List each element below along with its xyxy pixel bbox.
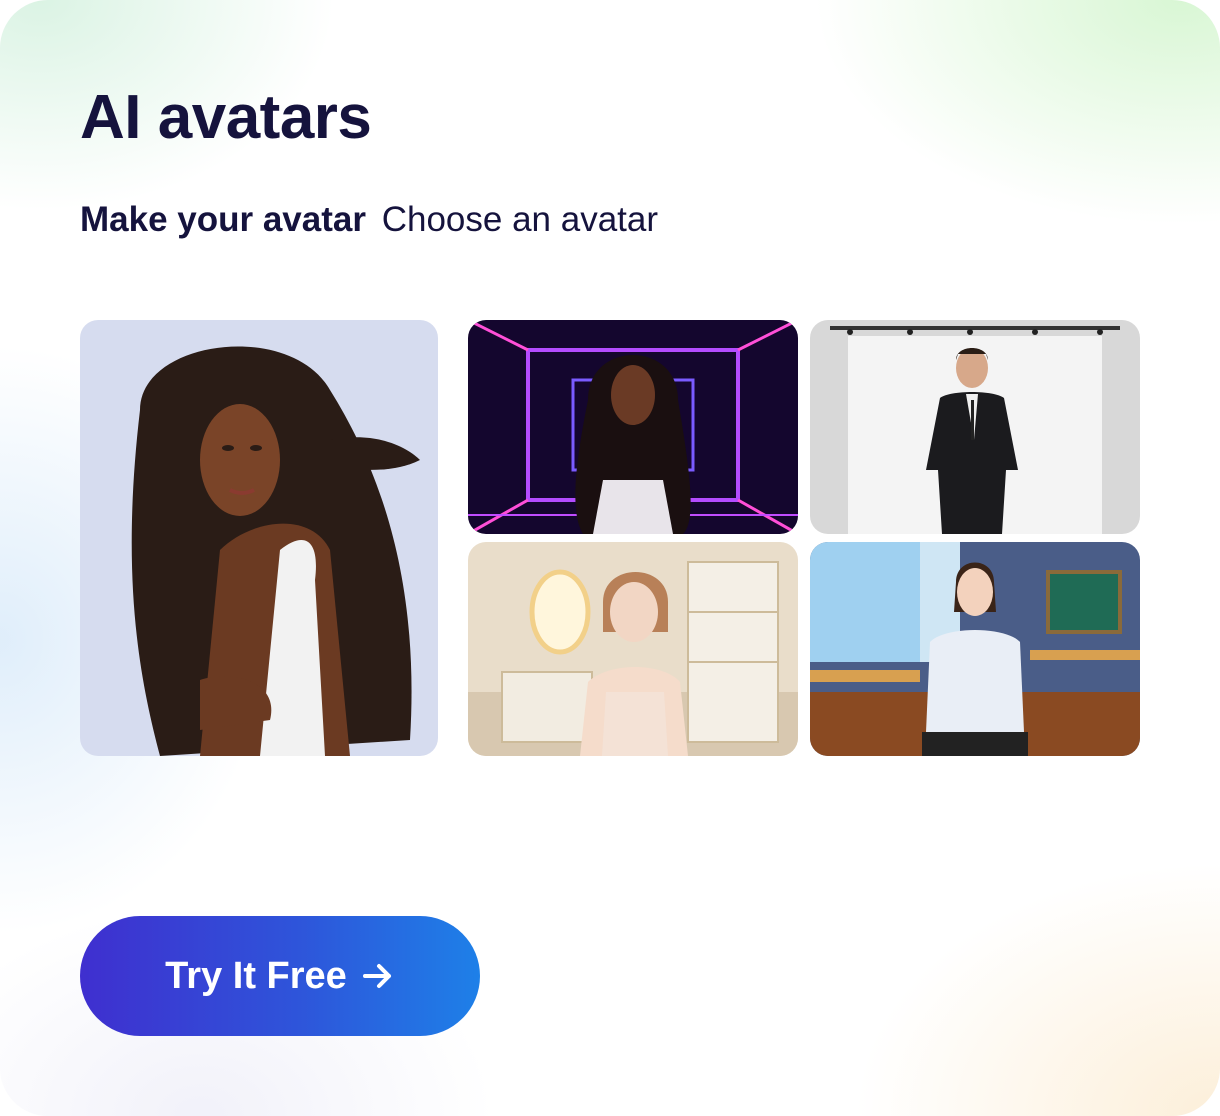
avatar-man-black-suit-image [810, 320, 1140, 534]
avatar-woman-classroom-image [810, 542, 1140, 756]
try-it-free-label: Try It Free [165, 954, 347, 997]
avatar-mode-options: Make your avatar Choose an avatar [80, 200, 658, 240]
page-title: AI avatars [80, 83, 372, 152]
choose-an-avatar-tab[interactable]: Choose an avatar [382, 200, 658, 239]
try-it-free-button[interactable]: Try It Free [80, 916, 480, 1036]
avatar-woman-neon-tunnel-image [468, 320, 798, 534]
make-your-avatar-tab[interactable]: Make your avatar [80, 200, 366, 239]
avatar-woman-vanity-room-image [468, 542, 798, 756]
avatar-tile-large[interactable] [80, 320, 438, 756]
avatar-tile-studio[interactable] [810, 320, 1140, 534]
arrow-right-icon [362, 964, 391, 988]
avatar-tile-vanity[interactable] [468, 542, 798, 756]
avatar-tile-neon[interactable] [468, 320, 798, 534]
avatar-woman-long-curly-hair-image [80, 320, 438, 756]
avatar-tile-classroom[interactable] [810, 542, 1140, 756]
ai-avatars-card: AI avatars Make your avatar Choose an av… [0, 0, 1220, 1116]
